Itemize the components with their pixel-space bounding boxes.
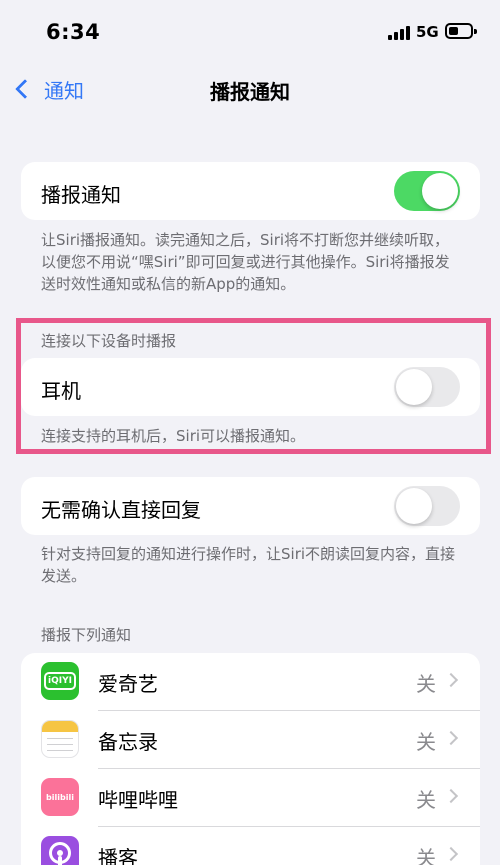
reply-label: 无需确认直接回复	[41, 498, 201, 522]
bilibili-icon: bilibili	[41, 778, 79, 816]
apps-section-header: 播报下列通知	[41, 626, 132, 644]
announce-label: 播报通知	[41, 183, 121, 207]
status-time: 6:34	[46, 20, 101, 44]
app-name: 哔哩哔哩	[98, 788, 178, 812]
chevron-right-icon	[443, 788, 459, 804]
app-name: 播客	[98, 846, 138, 865]
list-item-iqiyi[interactable]: iQIYI 爱奇艺 关	[21, 653, 480, 710]
app-name: 备忘录	[98, 730, 158, 754]
cellular-signal-icon	[388, 24, 412, 40]
list-item-podcasts[interactable]: 播客 关	[21, 827, 480, 865]
chevron-right-icon	[443, 672, 459, 688]
announce-card: 播报通知	[21, 162, 480, 220]
announce-footnote: 让Siri播报通知。读完通知之后，Siri将不打断您并继续听取，以便您不用说“嘿…	[41, 231, 450, 293]
iqiyi-icon: iQIYI	[41, 662, 79, 700]
app-status: 关	[416, 730, 436, 754]
podcasts-icon	[41, 836, 79, 865]
battery-icon	[445, 23, 477, 39]
app-status: 关	[416, 672, 436, 696]
app-status: 关	[416, 788, 436, 812]
network-type: 5G	[416, 23, 439, 41]
reply-toggle[interactable]	[394, 486, 460, 526]
chevron-right-icon	[443, 846, 459, 862]
reply-footnote: 针对支持回复的通知进行操作时，让Siri不朗读回复内容，直接发送。	[41, 545, 456, 585]
navigation-bar: 通知 播报通知	[0, 66, 500, 112]
app-status: 关	[416, 846, 436, 865]
status-bar: 6:34 5G	[0, 0, 500, 62]
announce-toggle[interactable]	[394, 171, 460, 211]
app-name: 爱奇艺	[98, 672, 158, 696]
reply-card: 无需确认直接回复	[21, 477, 480, 535]
apps-list: iQIYI 爱奇艺 关 备忘录 关 bilibili 哔哩哔哩 关 播客 关	[21, 653, 480, 865]
chevron-right-icon	[443, 730, 459, 746]
list-item-notes[interactable]: 备忘录 关	[21, 711, 480, 768]
highlight-frame	[16, 318, 491, 454]
notes-icon	[41, 720, 79, 758]
list-item-bilibili[interactable]: bilibili 哔哩哔哩 关	[21, 769, 480, 826]
page-title: 播报通知	[210, 80, 290, 104]
